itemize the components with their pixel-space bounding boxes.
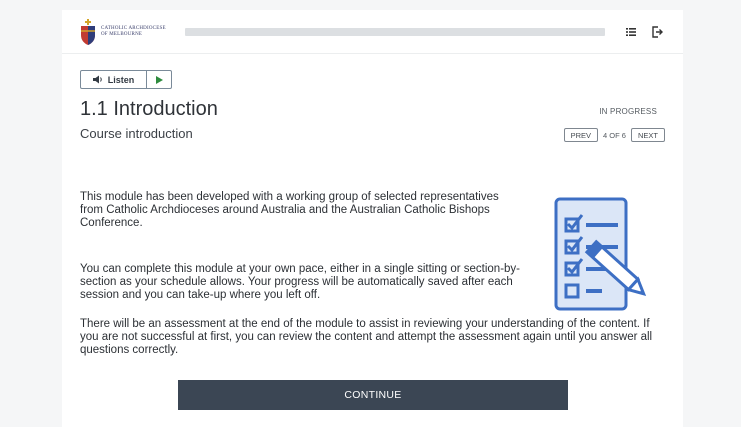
continue-button[interactable]: CONTINUE	[178, 380, 568, 410]
archdiocese-logo[interactable]: CATHOLIC ARCHDIOCESE OF MELBOURNE	[80, 18, 180, 46]
page-count: 4 OF 6	[603, 130, 626, 140]
listen-label: Listen	[107, 74, 135, 85]
course-page: CATHOLIC ARCHDIOCESE OF MELBOURNE Listen	[62, 10, 683, 427]
play-icon	[155, 75, 163, 84]
pager: PREV 4 OF 6 NEXT	[563, 128, 665, 142]
audio-player: Listen	[80, 70, 172, 89]
logo-text: CATHOLIC ARCHDIOCESE OF MELBOURNE	[101, 26, 166, 38]
status-badge: IN PROGRESS	[599, 107, 657, 116]
course-progress-bar	[185, 28, 605, 36]
speaker-icon	[92, 75, 102, 84]
intro-paragraph-2: You can complete this module at your own…	[80, 263, 521, 301]
intro-paragraph-3: There will be an assessment at the end o…	[80, 318, 653, 356]
intro-paragraph-1: This module has been developed with a wo…	[80, 191, 499, 229]
listen-button[interactable]: Listen	[81, 71, 147, 88]
play-button[interactable]	[147, 71, 171, 88]
exit-icon[interactable]	[652, 26, 663, 38]
logo-line-2: OF MELBOURNE	[101, 32, 143, 37]
top-bar: CATHOLIC ARCHDIOCESE OF MELBOURNE	[62, 10, 683, 54]
prev-button[interactable]: PREV	[563, 128, 599, 142]
next-button[interactable]: NEXT	[630, 128, 665, 142]
page-subtitle: Course introduction	[80, 126, 193, 141]
checklist-pencil-icon	[554, 197, 647, 311]
menu-list-icon[interactable]	[626, 27, 636, 37]
crest-icon	[81, 19, 95, 45]
page-title: 1.1 Introduction	[80, 98, 218, 120]
